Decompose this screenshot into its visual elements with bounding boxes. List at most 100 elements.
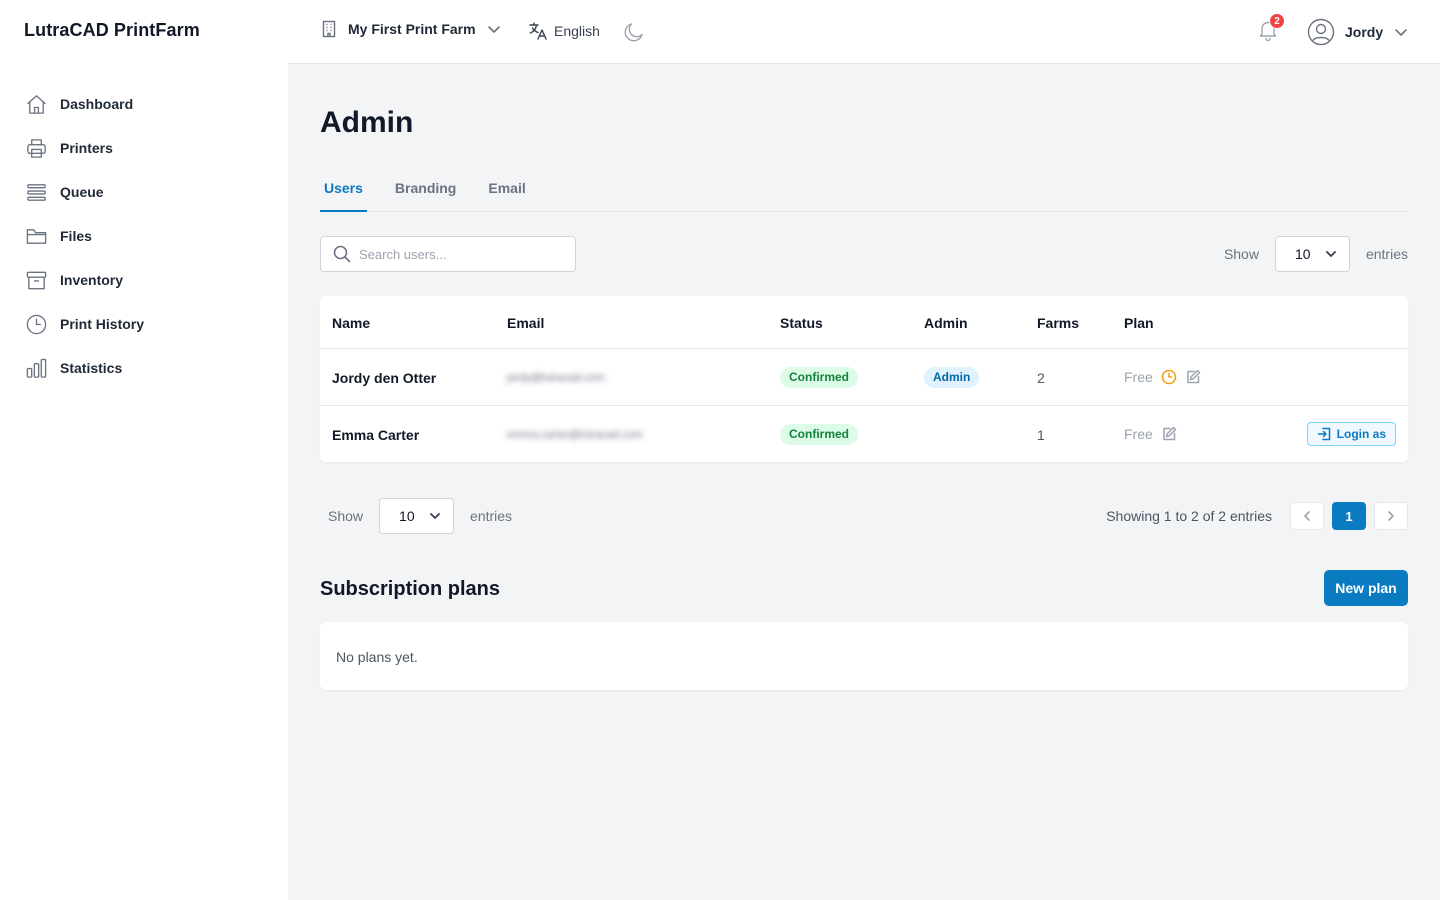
column-header-admin[interactable]: Admin [924,315,968,331]
plans-card: No plans yet. [320,622,1408,690]
language-label: English [554,23,600,39]
tab-branding[interactable]: Branding [391,176,460,212]
login-icon [1317,427,1330,441]
previous-page-button[interactable] [1290,502,1324,530]
warning-clock-icon[interactable] [1161,369,1177,385]
farm-selector[interactable]: My First Print Farm [320,20,502,38]
chevron-down-icon [1393,24,1409,40]
table-header: Name Email Status Admin Farms Plan [320,296,1408,349]
show-label: Show [1223,246,1259,262]
sidebar-item-statistics[interactable]: Statistics [24,346,264,390]
search-icon [333,245,351,263]
language-selector[interactable]: English [528,21,600,41]
plan-label: Free [1124,369,1153,385]
tab-email[interactable]: Email [484,176,529,212]
login-as-label: Login as [1336,427,1386,441]
notifications-button[interactable]: 2 [1256,13,1285,44]
farm-name: My First Print Farm [348,21,476,37]
sidebar-item-label: Files [60,228,92,244]
building-icon [320,20,338,38]
page-size-select[interactable]: 10 [379,498,455,534]
chevron-right-icon [1388,511,1394,521]
search-input[interactable] [359,246,559,262]
user-name-cell: Jordy den Otter [332,370,437,386]
column-header-email[interactable]: Email [507,315,544,331]
sidebar-item-queue[interactable]: Queue [24,170,264,214]
farms-count-cell: 2 [1037,370,1045,386]
page-number-button[interactable]: 1 [1332,502,1366,530]
empty-plans-text: No plans yet. [336,649,418,665]
farms-count-cell: 1 [1037,427,1045,443]
translate-icon [528,21,548,41]
next-page-button[interactable] [1374,502,1408,530]
status-badge: Confirmed [780,424,858,445]
column-header-status[interactable]: Status [780,315,823,331]
moon-icon [624,23,643,42]
subscription-plans-heading: Subscription plans [320,578,501,600]
dark-mode-toggle[interactable] [622,20,646,44]
status-badge: Confirmed [780,367,858,388]
plan-label: Free [1124,426,1153,442]
archive-icon [24,268,48,292]
entries-label: entries [1365,246,1408,262]
chevron-down-icon [1326,251,1336,257]
bar-chart-icon [24,356,48,380]
clock-icon [24,312,48,336]
page-size-control-top: Show 10 entries [1224,236,1408,272]
notification-count-badge: 2 [1269,13,1285,29]
table-row: Jordy den Otter jordy@lutracad.com Confi… [320,349,1408,406]
table-row: Emma Carter emma.carter@lutracad.com Con… [320,406,1408,463]
plan-cell: Free [1124,426,1185,442]
user-email-cell: jordy@lutracad.com [507,372,605,384]
sidebar-nav: Dashboard Printers Queue Files Inventory… [24,82,264,390]
brand-logo-text[interactable]: LutraCAD PrintFarm [24,20,200,41]
pagination-bar: Show 10 entries Showing 1 to 2 of 2 entr… [328,498,1408,534]
sidebar-item-dashboard[interactable]: Dashboard [24,82,264,126]
sidebar-item-label: Statistics [60,360,123,376]
column-header-farms[interactable]: Farms [1037,315,1079,331]
sidebar-item-label: Inventory [60,272,124,288]
avatar-icon [1307,18,1335,46]
sidebar-item-files[interactable]: Files [24,214,264,258]
chevron-down-icon [430,513,440,519]
user-name: Jordy [1345,24,1384,40]
folder-icon [24,224,48,248]
page-size-value: 10 [399,508,415,524]
sidebar-item-inventory[interactable]: Inventory [24,258,264,302]
printer-icon [24,136,48,160]
column-header-name[interactable]: Name [332,315,370,331]
queue-icon [24,180,48,204]
plan-cell: Free [1124,369,1209,385]
home-icon [24,92,48,116]
admin-badge: Admin [924,367,980,388]
page-size-select[interactable]: 10 [1274,236,1350,272]
column-header-plan[interactable]: Plan [1124,315,1154,331]
admin-tabs: Users Branding Email [320,176,1408,212]
sidebar-item-printers[interactable]: Printers [24,126,264,170]
sidebar-item-print-history[interactable]: Print History [24,302,264,346]
chevron-left-icon [1304,511,1310,521]
new-plan-button[interactable]: New plan [1324,570,1408,606]
page-title: Admin [320,106,414,139]
sidebar-item-label: Dashboard [60,96,134,112]
user-email-cell: emma.carter@lutracad.com [507,429,643,441]
user-name-cell: Emma Carter [332,427,420,443]
top-header: My First Print Farm English 2 Jordy [288,0,1440,64]
showing-entries-text: Showing 1 to 2 of 2 entries [1106,508,1272,524]
users-table: Name Email Status Admin Farms Plan Jordy… [320,296,1408,462]
login-as-button[interactable]: Login as [1306,422,1396,446]
user-menu[interactable]: Jordy [1307,18,1409,46]
page-size-value: 10 [1294,246,1311,262]
sidebar-item-label: Queue [60,184,104,200]
sidebar-item-label: Print History [60,316,145,332]
edit-plan-icon[interactable] [1161,426,1177,442]
edit-plan-icon[interactable] [1185,369,1201,385]
chevron-down-icon [486,21,502,37]
show-label: Show [328,508,364,524]
user-search [320,236,576,272]
sidebar-item-label: Printers [60,140,113,156]
entries-label: entries [470,508,513,524]
page-size-control-bottom: Show 10 entries [328,498,512,534]
sidebar: LutraCAD PrintFarm Dashboard Printers Qu… [0,0,288,900]
tab-users[interactable]: Users [320,176,367,212]
